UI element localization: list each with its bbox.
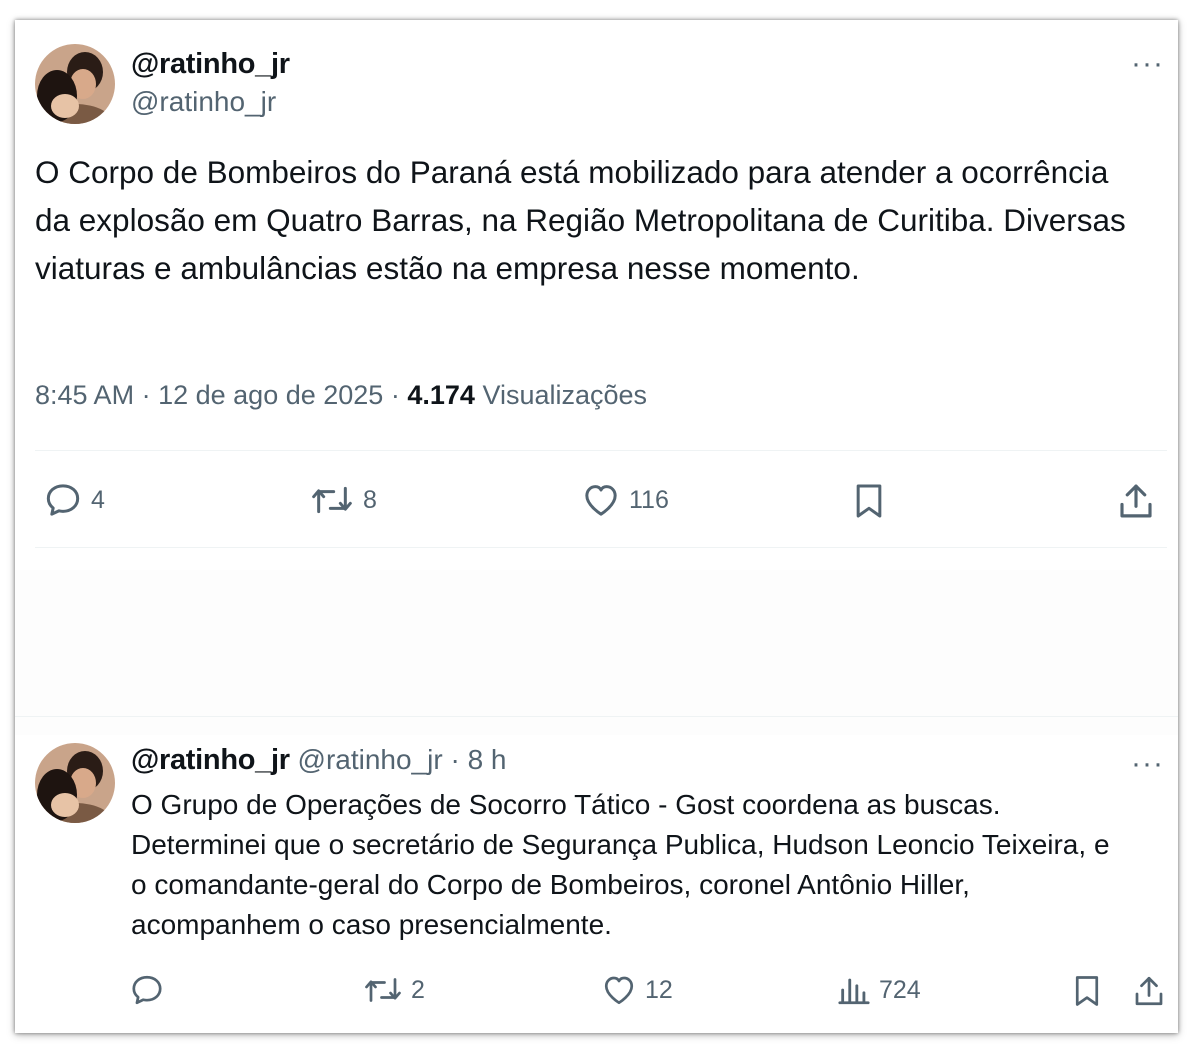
reply-views-button[interactable]: 724 [837,972,921,1008]
reply-header: @ratinho_jr @ratinho_jr · 8 h [131,744,507,777]
author-name[interactable]: @ratinho_jr [131,48,290,81]
reply-count: 4 [91,485,105,514]
views-count: 4.174 [407,380,475,410]
reply-author-handle[interactable]: @ratinho_jr [298,744,443,775]
meta-separator: · [141,380,151,410]
tweet-time[interactable]: 8:45 AM [35,380,134,410]
repost-count: 8 [363,485,377,514]
reply-share-button[interactable] [1131,972,1167,1010]
divider [15,716,1178,717]
bookmark-icon [1069,972,1105,1010]
tweet-card: @ratinho_jr @ratinho_jr ··· O Corpo de B… [15,20,1178,1033]
analytics-icon [837,972,871,1008]
avatar[interactable] [35,44,115,124]
heart-icon [601,972,637,1008]
reply-bookmark-button[interactable] [1069,972,1105,1010]
reply-like-count: 12 [645,975,673,1004]
bookmark-button[interactable] [849,480,889,522]
like-button[interactable]: 116 [581,480,669,520]
tweet-date[interactable]: 12 de ago de 2025 [158,380,383,410]
reply-text: O Grupo de Operações de Socorro Tático -… [131,789,1110,940]
repost-icon [309,480,355,520]
reply-like-button[interactable]: 12 [601,972,673,1008]
meta-separator: · [390,380,400,410]
reply-repost-button[interactable]: 2 [363,972,425,1008]
reply-icon [129,972,165,1008]
share-button[interactable] [1115,480,1157,522]
divider [35,547,1167,548]
bookmark-icon [849,480,889,522]
reply-button[interactable]: 4 [43,480,105,520]
repost-icon [363,972,403,1008]
repost-button[interactable]: 8 [309,480,377,520]
reply-author-name[interactable]: @ratinho_jr [131,744,290,776]
reply-age[interactable]: 8 h [468,744,507,775]
faded-media-area [15,570,1178,735]
views-label: Visualizações [482,380,648,410]
heart-icon [581,480,621,520]
reply-views-count: 724 [879,975,921,1004]
reply-more-icon[interactable]: ··· [1131,749,1164,779]
tweet-meta: 8:45 AM · 12 de ago de 2025 · 4.174 Visu… [35,380,647,411]
reply-avatar[interactable] [35,743,115,823]
share-icon [1131,972,1167,1010]
reply-separator: · [450,744,460,775]
reply-repost-count: 2 [411,975,425,1004]
like-count: 116 [629,485,669,514]
reply-reply-button[interactable] [129,972,173,1008]
divider [35,450,1167,451]
author-handle[interactable]: @ratinho_jr [131,86,276,118]
share-icon [1115,480,1157,522]
tweet-text: O Corpo de Bombeiros do Paraná está mobi… [35,154,1126,286]
reply-icon [43,480,83,520]
more-icon[interactable]: ··· [1131,49,1164,79]
